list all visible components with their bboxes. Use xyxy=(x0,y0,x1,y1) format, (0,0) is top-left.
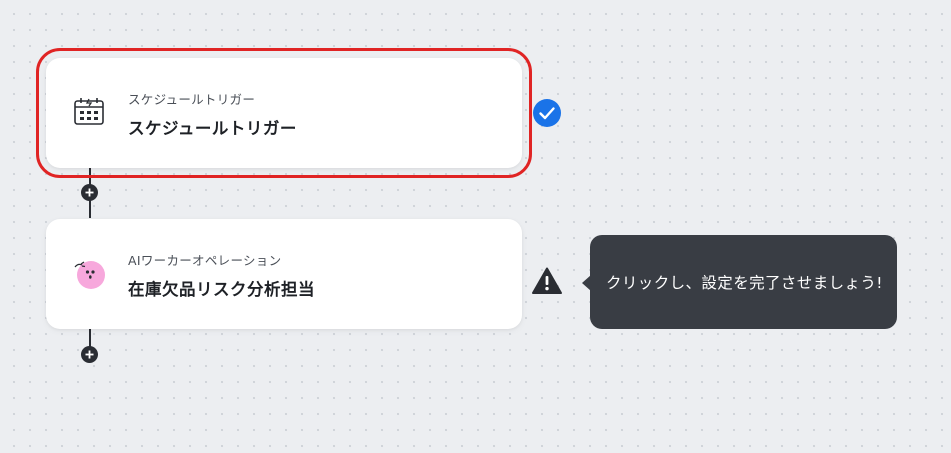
warning-triangle-icon xyxy=(532,267,562,294)
step-title: スケジュールトリガー xyxy=(128,119,297,138)
step-title: 在庫欠品リスク分析担当 xyxy=(128,280,315,299)
tooltip-text: クリックし、設定を完了させましょう! xyxy=(606,274,883,292)
tooltip-arrow xyxy=(582,275,591,291)
add-step-button[interactable] xyxy=(81,346,98,363)
add-step-button[interactable] xyxy=(81,184,98,201)
calendar-clock-icon xyxy=(70,93,108,131)
step-type-label: スケジュールトリガー xyxy=(128,92,256,107)
plus-icon xyxy=(85,188,94,197)
step-card-schedule-trigger[interactable]: スケジュールトリガー スケジュールトリガー xyxy=(36,48,532,178)
ai-worker-avatar-icon xyxy=(70,254,108,292)
step-type-label: AIワーカーオペレーション xyxy=(128,253,282,268)
setup-hint-tooltip: クリックし、設定を完了させましょう! xyxy=(582,235,897,329)
check-circle-icon xyxy=(533,99,561,127)
step-status-completed xyxy=(532,98,562,128)
step-card-ai-worker[interactable]: AIワーカーオペレーション 在庫欠品リスク分析担当 xyxy=(46,219,522,329)
plus-icon xyxy=(85,350,94,359)
step-status-warning xyxy=(531,266,563,296)
flow-canvas[interactable]: スケジュールトリガー スケジュールトリガー AIワーカーオペレーション 在庫欠品… xyxy=(0,0,951,453)
